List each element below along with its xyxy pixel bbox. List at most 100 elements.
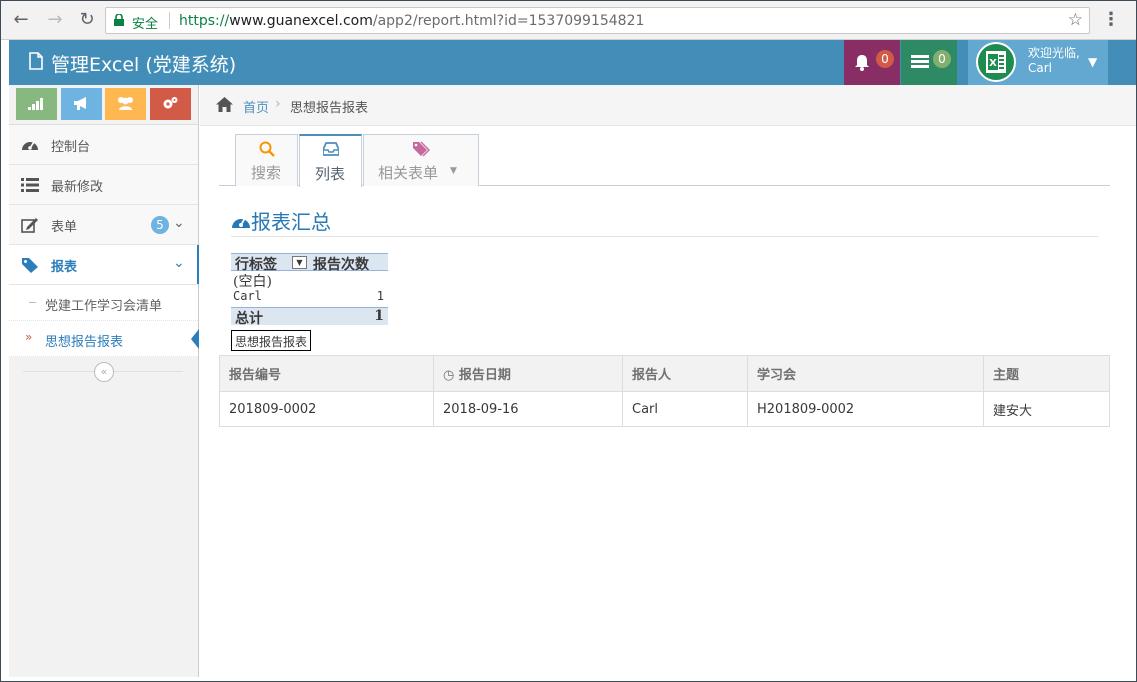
url-host: www.guanexcel.com (229, 13, 373, 29)
pivot-row-label: Carl (233, 289, 262, 303)
double-angle-left-icon[interactable]: « (94, 362, 114, 382)
pivot-row-label: (空白) (233, 274, 272, 290)
submenu-item-label: 党建工作学习会清单 (45, 299, 163, 314)
url-text[interactable]: https://www.guanexcel.com/app2/report.ht… (179, 13, 644, 29)
tab-related-forms[interactable]: 相关表单 ▼ (363, 134, 479, 186)
back-arrow-icon[interactable]: ← (11, 10, 31, 30)
lock-icon (114, 14, 124, 26)
app-brand[interactable]: 管理Excel (党建系统) (51, 50, 236, 77)
inbox-icon (323, 142, 339, 156)
sidebar-item-forms[interactable]: 表单 5 ⌄ (9, 205, 198, 245)
file-icon (29, 52, 43, 70)
home-icon (216, 97, 233, 112)
tab-label: 相关表单 (378, 164, 439, 182)
forms-count-badge: 5 (151, 216, 169, 234)
column-header[interactable]: 报告人 (622, 355, 748, 392)
submenu-item-label: 思想报告报表 (45, 335, 124, 350)
forward-arrow-icon[interactable]: → (45, 10, 65, 30)
avatar: X (976, 42, 1016, 82)
browser-toolbar: ← → ↻ 安全 https://www.guanexcel.com/app2/… (1, 1, 1136, 40)
clock-icon: ◷ (443, 368, 455, 383)
pivot-header: 行标签 ▼ 报告次数 (231, 253, 388, 273)
tab-search[interactable]: 搜索 (235, 134, 298, 186)
user-name: Carl (1028, 61, 1052, 75)
address-separator (169, 12, 170, 29)
column-header[interactable]: 主题 (983, 355, 1110, 392)
cogs-icon (163, 97, 178, 109)
tasks-badge: 0 (933, 50, 951, 68)
pivot-total-value: 1 (374, 308, 384, 324)
shortcut-announce-button[interactable] (61, 88, 102, 120)
pivot-total-row: 总计 1 (231, 307, 388, 327)
column-header[interactable]: 学习会 (747, 355, 984, 392)
table-row[interactable]: 201809-0002 2018-09-16 Carl H201809-0002… (219, 391, 1110, 427)
table-header-row: 报告编号 ◷ 报告日期 报告人 学习会 主题 (219, 355, 1110, 392)
app-navbar: 管理Excel (党建系统) 0 0 X 欢迎光临, Carl ▼ (9, 40, 1136, 85)
dashboard-icon (22, 141, 38, 150)
table-cell: H201809-0002 (747, 391, 984, 427)
sidebar-item-label: 控制台 (51, 140, 91, 155)
excel-logo-icon: X (986, 51, 1006, 73)
pivot-row: (空白) (231, 271, 388, 290)
pivot-table: 行标签 ▼ 报告次数 (空白) Carl 1 总计 1 (231, 253, 388, 327)
table-cell: 建安大 (983, 391, 1110, 427)
tasks-button[interactable]: 0 (901, 40, 957, 85)
svg-text:X: X (989, 58, 997, 69)
reports-submenu: 党建工作学习会清单 » 思想报告报表 (9, 285, 199, 357)
bookmark-star-icon[interactable]: ☆ (1068, 10, 1083, 30)
submenu-item-thought-report[interactable]: » 思想报告报表 (9, 321, 199, 357)
page-title-text: 报表汇总 (251, 210, 331, 234)
breadcrumb-home-link[interactable]: 首页 (243, 97, 269, 116)
double-angle-right-icon: » (25, 330, 33, 344)
welcome-text: 欢迎光临, (1028, 46, 1080, 60)
reload-icon[interactable]: ↻ (77, 10, 97, 30)
url-path: /app2/report.html?id=1537099154821 (372, 13, 645, 29)
sidebar-item-recent[interactable]: 最新修改 (9, 165, 198, 205)
dashboard-icon (232, 217, 250, 228)
notifications-button[interactable]: 0 (844, 40, 900, 85)
pivot-row-value: 1 (376, 289, 384, 303)
breadcrumb-current: 思想报告报表 (290, 101, 369, 116)
bullhorn-icon (74, 97, 86, 110)
table-cell: 2018-09-16 (433, 391, 623, 427)
report-table: 报告编号 ◷ 报告日期 报告人 学习会 主题 201809-0002 2018-… (219, 355, 1110, 427)
user-menu-button[interactable]: X 欢迎光临, Carl ▼ (968, 40, 1108, 85)
shortcut-users-button[interactable] (105, 88, 146, 120)
sidebar-shortcuts (9, 85, 198, 125)
tasks-icon (911, 55, 929, 68)
address-bar[interactable]: 安全 https://www.guanexcel.com/app2/report… (105, 7, 1090, 34)
browser-menu-icon[interactable]: ⋮ (1102, 9, 1120, 30)
column-header[interactable]: 报告编号 (219, 355, 434, 392)
submenu-dash (29, 302, 36, 303)
sidebar: 控制台 最新修改 表单 5 ⌄ 报表 ⌄ 党建工作学习会清单 » 思想报告报表 … (9, 85, 199, 677)
table-cell: 201809-0002 (219, 391, 434, 427)
caret-down-icon: ▼ (1088, 55, 1098, 69)
chevron-down-icon: ⌄ (173, 255, 185, 271)
caret-down-icon: ▼ (450, 166, 457, 176)
sidebar-item-reports[interactable]: 报表 ⌄ (9, 245, 199, 285)
tab-list[interactable]: 列表 (299, 134, 362, 187)
filter-dropdown-icon[interactable]: ▼ (292, 256, 307, 269)
sheet-tab[interactable]: 思想报告报表 (231, 330, 312, 351)
url-scheme: https:// (179, 13, 230, 29)
user-welcome: 欢迎光临, Carl (1028, 46, 1080, 76)
shortcut-settings-button[interactable] (150, 88, 191, 120)
column-header-date[interactable]: ◷ 报告日期 (433, 355, 623, 392)
edit-icon (21, 218, 38, 233)
page-title: 报表汇总 (231, 206, 331, 235)
title-divider (231, 236, 1098, 237)
tab-label: 列表 (315, 165, 346, 183)
sidebar-item-label: 最新修改 (51, 180, 104, 195)
sidebar-item-dashboard[interactable]: 控制台 (9, 125, 198, 165)
submenu-item-study-list[interactable]: 党建工作学习会清单 (9, 285, 198, 321)
notifications-badge: 0 (876, 50, 894, 68)
breadcrumb: 首页 › 思想报告报表 (200, 85, 1136, 126)
sidebar-item-label: 报表 (51, 260, 78, 275)
users-icon (118, 97, 133, 110)
table-cell: Carl (622, 391, 748, 427)
column-header-label: 报告日期 (458, 368, 511, 383)
search-icon (259, 141, 275, 157)
tab-label: 搜索 (251, 164, 282, 182)
breadcrumb-separator: › (275, 96, 281, 112)
shortcut-stats-button[interactable] (16, 88, 57, 120)
